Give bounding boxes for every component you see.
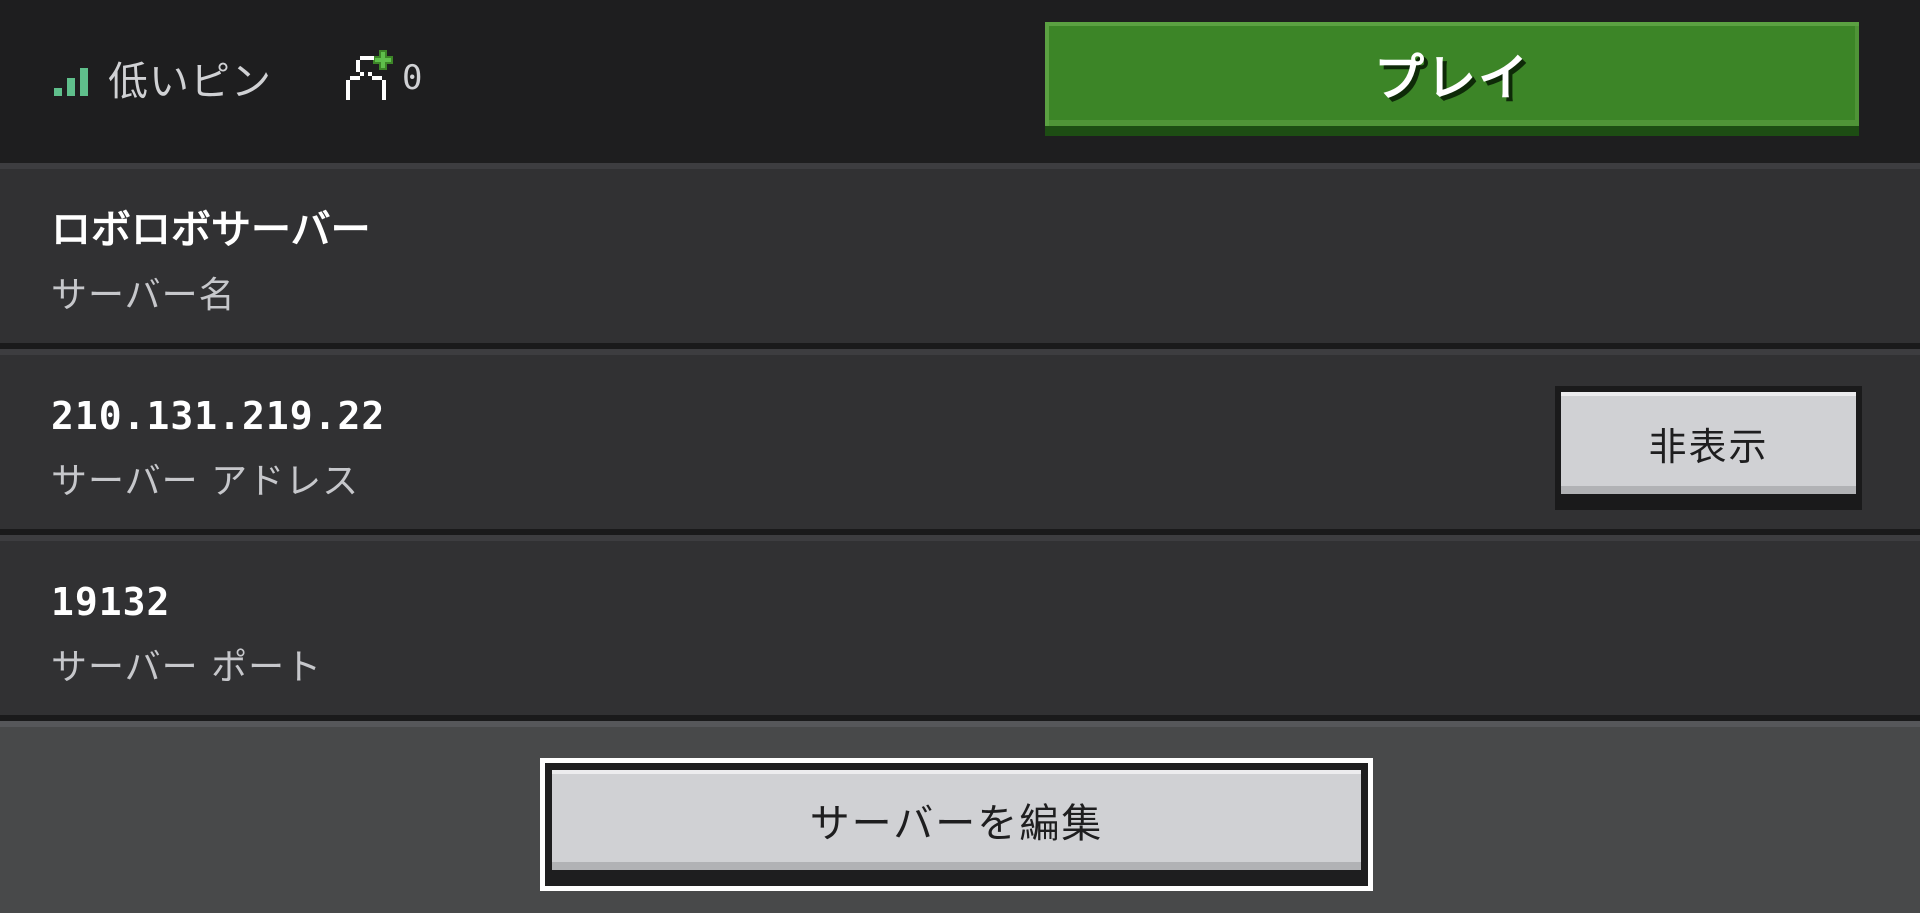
server-name-value: ロボロボサーバー bbox=[51, 207, 371, 253]
hide-address-button[interactable]: 非表示 bbox=[1555, 386, 1862, 510]
hide-address-button-label: 非表示 bbox=[1648, 424, 1769, 469]
server-header: 低いピン 0 プレイ bbox=[0, 0, 1920, 163]
server-address-label: サーバー アドレス bbox=[51, 461, 360, 502]
player-count-indicator: 0 bbox=[340, 48, 422, 108]
server-details-screen: 低いピン 0 プレイ ロボロボサーバー サーバー名 210.131.219.22… bbox=[0, 0, 1920, 913]
edit-server-button-label: サーバーを編集 bbox=[809, 801, 1104, 847]
player-count: 0 bbox=[402, 58, 423, 98]
edit-server-button[interactable]: サーバーを編集 bbox=[540, 758, 1373, 891]
play-button-label: プレイ bbox=[1374, 49, 1530, 107]
server-port-label: サーバー ポート bbox=[51, 647, 323, 688]
server-port-row: 19132 サーバー ポート bbox=[0, 535, 1920, 721]
ping-indicator: 低いピン bbox=[54, 60, 272, 104]
server-port-value: 19132 bbox=[51, 580, 171, 624]
server-address-value: 210.131.219.22 bbox=[51, 394, 386, 438]
signal-bars-icon bbox=[54, 64, 94, 100]
add-player-icon bbox=[346, 50, 393, 100]
play-button[interactable]: プレイ bbox=[1045, 22, 1859, 136]
server-address-row: 210.131.219.22 サーバー アドレス 非表示 bbox=[0, 349, 1920, 535]
server-name-row: ロボロボサーバー サーバー名 bbox=[0, 163, 1920, 349]
ping-label: 低いピン bbox=[108, 59, 272, 105]
footer-bar: サーバーを編集 bbox=[0, 721, 1920, 913]
server-name-label: サーバー名 bbox=[51, 275, 236, 316]
